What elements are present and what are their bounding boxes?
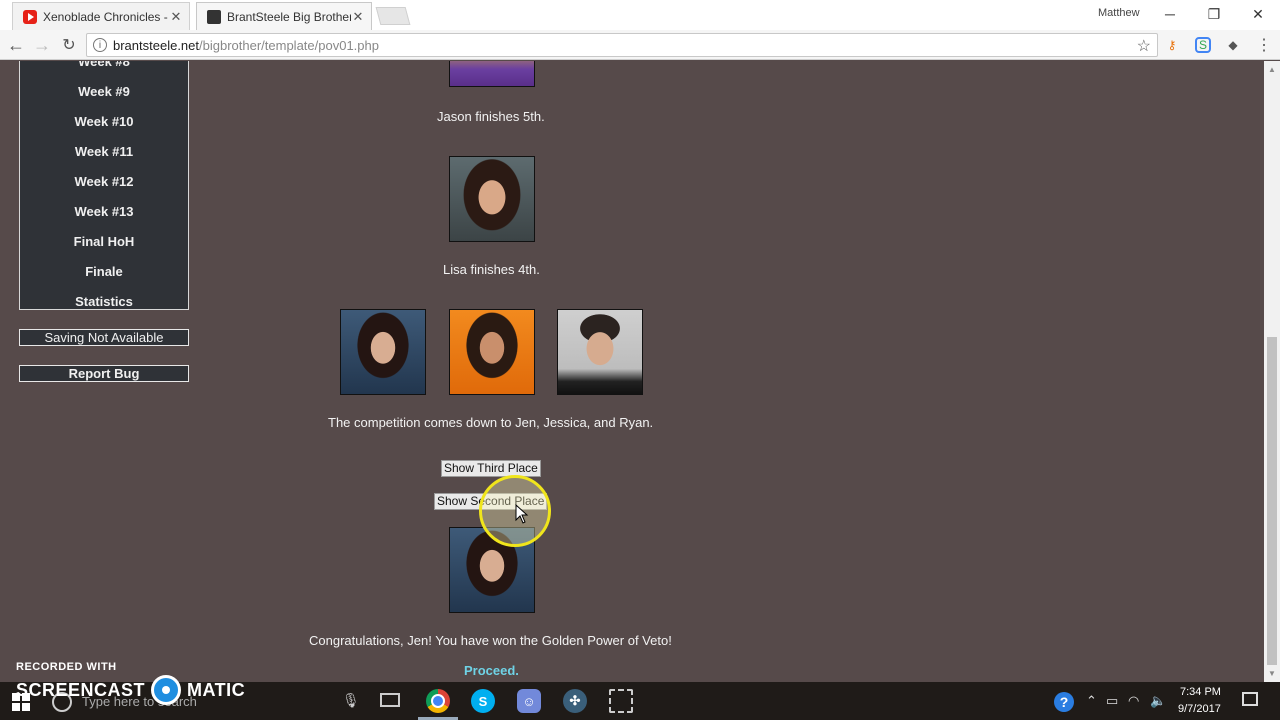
clock-date[interactable]: 9/7/2017 [1178,703,1221,715]
sidebar-item-statistics[interactable]: Statistics [20,294,188,309]
tab-xenoblade[interactable]: Xenoblade Chronicles - S ✕ [12,2,190,30]
menu-kebab-icon[interactable]: ⋮ [1256,37,1272,54]
houseguest-photo-jen [340,309,426,395]
url-domain: brantsteele.net [113,37,200,53]
scroll-down-icon[interactable]: ▼ [1268,669,1276,678]
mouse-cursor-icon [515,504,529,524]
snipping-tool-icon[interactable] [609,689,633,713]
watermark-brand-right: MATIC [187,679,246,700]
sidebar-item-week-8[interactable]: Week #8 [20,61,188,69]
houseguest-photo-jessica [449,309,535,395]
reload-icon[interactable]: ↻ [57,33,81,57]
chevron-up-icon[interactable]: ⌃ [1086,693,1097,709]
clock-time[interactable]: 7:34 PM [1180,686,1221,698]
url-path: /bigbrother/template/pov01.php [199,37,379,53]
scroll-up-icon[interactable]: ▲ [1268,65,1276,74]
page-scrollbar[interactable]: ▲ ▼ [1264,61,1280,682]
sidebar-item-week-11[interactable]: Week #11 [20,144,188,159]
youtube-icon [23,9,37,24]
scrollbar-thumb[interactable] [1267,337,1277,665]
sidebar-item-week-12[interactable]: Week #12 [20,174,188,189]
close-window-icon[interactable]: ✕ [1236,2,1280,26]
discord-app-icon[interactable]: ☺ [517,689,541,713]
houseguest-photo-ryan [557,309,643,395]
houseguest-photo-jason [449,61,535,87]
tab-brantsteele[interactable]: BrantSteele Big Brother S ✕ [196,2,372,30]
screencast-watermark: RECORDED WITH SCREENCAST MATIC [16,661,245,705]
notifications-icon[interactable] [1242,692,1258,706]
watermark-brand: SCREENCAST MATIC [16,675,245,705]
tab-bar: Xenoblade Chronicles - S ✕ BrantSteele B… [0,0,1280,30]
help-icon[interactable]: ? [1054,692,1074,712]
browser-toolbar: ← → ↻ i brantsteele.net/bigbrother/templ… [0,30,1280,60]
screencast-logo-icon [151,675,182,705]
report-bug-button[interactable]: Report Bug [19,365,189,382]
fifth-place-text: Jason finishes 5th. [437,109,545,124]
sidebar-item-week-13[interactable]: Week #13 [20,204,188,219]
sidebar-nav: Week #8 Week #9 Week #10 Week #11 Week #… [19,61,189,310]
show-third-place-button[interactable]: Show Third Place [441,460,541,477]
sidebar-item-finale[interactable]: Finale [20,264,188,279]
extension-s-icon[interactable]: S [1195,37,1211,53]
address-bar[interactable]: i brantsteele.net/bigbrother/template/po… [86,33,1158,57]
tab-title: Xenoblade Chronicles - S [43,9,169,24]
winner-text: Congratulations, Jen! You have won the G… [309,633,672,648]
watermark-line1: RECORDED WITH [16,661,117,673]
page-content: Week #8 Week #9 Week #10 Week #11 Week #… [0,61,1264,682]
new-tab-button[interactable] [375,7,411,25]
minimize-icon[interactable]: ─ [1148,2,1192,26]
extension-eraser-icon[interactable]: ◆ [1225,37,1241,53]
volume-icon[interactable]: 🔈 [1150,693,1166,709]
fourth-place-text: Lisa finishes 4th. [443,262,540,277]
watermark-brand-left: SCREENCAST [16,679,146,700]
sidebar-item-week-10[interactable]: Week #10 [20,114,188,129]
task-view-icon[interactable] [380,693,400,707]
skype-app-icon[interactable]: S [471,689,495,713]
extension-key-icon[interactable]: ⚷ [1164,37,1180,53]
bookmark-star-icon[interactable]: ☆ [1137,36,1151,56]
tab-title: BrantSteele Big Brother S [227,9,351,24]
saving-not-available-button[interactable]: Saving Not Available [19,329,189,346]
close-tab-icon[interactable]: ✕ [351,9,365,25]
sidebar-item-final-hoh[interactable]: Final HoH [20,234,188,249]
forward-arrow-icon[interactable]: → [30,33,54,57]
sidebar-item-week-9[interactable]: Week #9 [20,84,188,99]
houseguest-photo-lisa [449,156,535,242]
wifi-icon[interactable]: ◠ [1128,693,1139,709]
info-icon[interactable]: i [93,38,107,52]
restore-icon[interactable]: ❐ [1192,2,1236,26]
close-tab-icon[interactable]: ✕ [169,9,183,25]
proceed-link[interactable]: Proceed. [464,663,519,678]
profile-name[interactable]: Matthew [1098,7,1140,19]
final-three-text: The competition comes down to Jen, Jessi… [328,415,654,430]
game-controller-app-icon[interactable]: ✣ [563,689,587,713]
back-arrow-icon[interactable]: ← [4,33,28,57]
microphone-icon[interactable]: 🎙 [342,692,360,709]
battery-icon[interactable]: ▭ [1106,693,1118,709]
brantsteele-icon [207,9,221,24]
chrome-app-icon[interactable] [426,689,450,713]
